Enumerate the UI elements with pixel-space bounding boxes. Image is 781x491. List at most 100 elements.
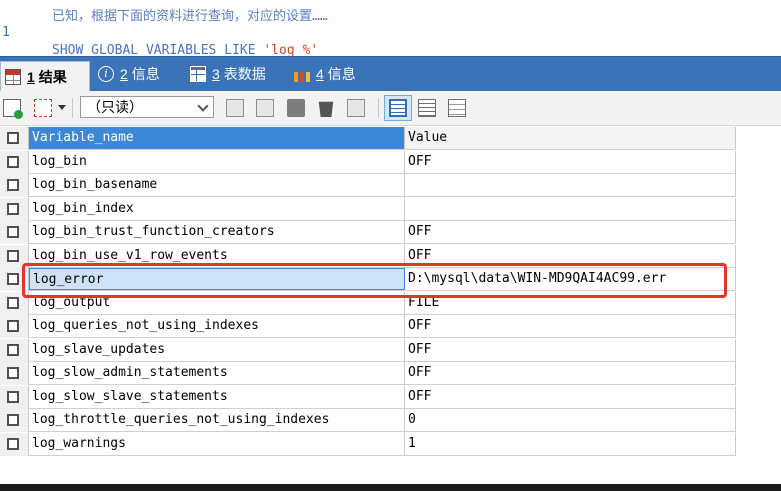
- cell-value[interactable]: OFF: [405, 151, 736, 173]
- cell-variable-name[interactable]: log_bin_index: [29, 198, 405, 220]
- edit-mode-select[interactable]: （只读）: [80, 96, 214, 118]
- cell-value[interactable]: OFF: [405, 386, 736, 408]
- grid-icon: [5, 69, 21, 85]
- table-row[interactable]: log_queries_not_using_indexes OFF: [0, 315, 736, 338]
- table-row[interactable]: log_bin_use_v1_row_events OFF: [0, 245, 736, 268]
- cell-value[interactable]: [405, 174, 736, 196]
- cell-variable-name[interactable]: log_slave_updates: [29, 339, 405, 361]
- tab-results[interactable]: 1 结果: [0, 61, 90, 92]
- cell-variable-name[interactable]: log_output: [29, 292, 405, 314]
- tab-info-2[interactable]: 4 信息: [290, 61, 356, 87]
- table-row[interactable]: log_warnings 1: [0, 433, 736, 456]
- checkbox-icon: [7, 367, 19, 379]
- sql-editor[interactable]: 已知，根据下面的资料进行查询，对应的设置…… 1 SHOW GLOBAL VAR…: [0, 0, 781, 58]
- cell-variable-name[interactable]: log_bin_basename: [29, 174, 405, 196]
- tab-info[interactable]: i 2 信息: [94, 61, 160, 87]
- copy-row-icon[interactable]: [256, 99, 274, 117]
- table-row[interactable]: log_output FILE: [0, 292, 736, 315]
- editor-line-1[interactable]: 1 SHOW GLOBAL VARIABLES LIKE 'log_%': [0, 6, 318, 58]
- checkbox-icon: [7, 297, 19, 309]
- cell-variable-name[interactable]: log_queries_not_using_indexes: [29, 315, 405, 337]
- toolbar-separator: [72, 98, 73, 118]
- toolbar-separator: [378, 98, 379, 118]
- insert-row-icon[interactable]: [34, 99, 52, 117]
- cell-value[interactable]: FILE: [405, 292, 736, 314]
- chevron-down-icon[interactable]: [58, 105, 66, 110]
- cell-value[interactable]: OFF: [405, 339, 736, 361]
- checkbox-icon: [7, 391, 19, 403]
- cell-value[interactable]: OFF: [405, 221, 736, 243]
- table-row[interactable]: log_bin_basename: [0, 174, 736, 197]
- table-row[interactable]: log_bin OFF: [0, 151, 736, 174]
- text-view-icon[interactable]: [448, 99, 466, 117]
- save-icon[interactable]: [287, 99, 305, 117]
- row-checkbox[interactable]: [0, 386, 29, 409]
- checkbox-icon: [7, 320, 19, 332]
- cell-value[interactable]: OFF: [405, 362, 736, 384]
- select-all-checkbox[interactable]: [0, 127, 29, 150]
- row-checkbox[interactable]: [0, 198, 29, 221]
- table-row[interactable]: log_bin_index: [0, 198, 736, 221]
- cell-variable-name[interactable]: log_bin_use_v1_row_events: [29, 245, 405, 267]
- row-checkbox[interactable]: [0, 174, 29, 197]
- table-row[interactable]: log_bin_trust_function_creators OFF: [0, 221, 736, 244]
- row-checkbox[interactable]: [0, 151, 29, 174]
- tab-table-data[interactable]: 3 表数据: [186, 61, 266, 87]
- delete-icon[interactable]: [318, 101, 334, 117]
- cell-variable-name[interactable]: log_slow_admin_statements: [29, 362, 405, 384]
- table-row[interactable]: log_slave_updates OFF: [0, 339, 736, 362]
- grid-view-icon[interactable]: [389, 99, 407, 117]
- checkbox-icon: [7, 179, 19, 191]
- cancel-changes-icon[interactable]: [347, 99, 365, 117]
- table-row[interactable]: log_slow_admin_statements OFF: [0, 362, 736, 385]
- tab-table-data-label: 表数据: [223, 66, 266, 82]
- cell-variable-name[interactable]: log_error: [29, 268, 405, 290]
- grid-header-row: Variable_name Value: [0, 127, 736, 150]
- tab-info-label: 信息: [131, 66, 160, 82]
- tab-info-number: 2: [120, 66, 128, 82]
- cell-value[interactable]: OFF: [405, 245, 736, 267]
- table-row[interactable]: log_error D:\mysql\data\WIN-MD9QAI4AC99.e…: [0, 268, 736, 291]
- row-checkbox[interactable]: [0, 221, 29, 244]
- table-row[interactable]: log_throttle_queries_not_using_indexes 0: [0, 409, 736, 432]
- row-checkbox[interactable]: [0, 339, 29, 362]
- chevron-down-icon: [197, 100, 209, 112]
- row-checkbox[interactable]: [0, 292, 29, 315]
- row-checkbox[interactable]: [0, 268, 29, 291]
- tab-table-data-number: 3: [212, 66, 220, 82]
- column-header-value[interactable]: Value: [405, 127, 736, 149]
- checkbox-icon: [7, 156, 19, 168]
- checkbox-icon: [7, 226, 19, 238]
- checkbox-icon: [7, 203, 19, 215]
- tab-info-2-number: 4: [316, 66, 324, 82]
- column-header-variable-name[interactable]: Variable_name: [29, 127, 405, 149]
- cell-variable-name[interactable]: log_bin: [29, 151, 405, 173]
- row-checkbox[interactable]: [0, 409, 29, 432]
- cell-variable-name[interactable]: log_slow_slave_statements: [29, 386, 405, 408]
- checkbox-icon: [7, 132, 19, 144]
- row-checkbox[interactable]: [0, 315, 29, 338]
- row-checkbox[interactable]: [0, 245, 29, 268]
- cell-value[interactable]: D:\mysql\data\WIN-MD9QAI4AC99.err: [405, 268, 736, 290]
- tab-results-number: 1: [27, 69, 35, 85]
- edit-mode-value: （只读）: [87, 99, 143, 115]
- cell-value[interactable]: OFF: [405, 315, 736, 337]
- add-row-icon[interactable]: [3, 99, 23, 119]
- cell-value[interactable]: 0: [405, 409, 736, 431]
- row-checkbox[interactable]: [0, 362, 29, 385]
- cell-value[interactable]: [405, 198, 736, 220]
- duplicate-row-icon[interactable]: [226, 99, 244, 117]
- cell-value[interactable]: 1: [405, 433, 736, 455]
- checkbox-icon: [7, 273, 19, 285]
- table-icon: [190, 66, 206, 82]
- cell-variable-name[interactable]: log_bin_trust_function_creators: [29, 221, 405, 243]
- form-view-icon[interactable]: [418, 99, 436, 117]
- checkbox-icon: [7, 344, 19, 356]
- checkbox-icon: [7, 414, 19, 426]
- result-toolbar: （只读）: [0, 91, 781, 126]
- cell-variable-name[interactable]: log_throttle_queries_not_using_indexes: [29, 409, 405, 431]
- cell-variable-name[interactable]: log_warnings: [29, 433, 405, 455]
- row-checkbox[interactable]: [0, 433, 29, 456]
- line-number: 1: [2, 25, 10, 40]
- table-row[interactable]: log_slow_slave_statements OFF: [0, 386, 736, 409]
